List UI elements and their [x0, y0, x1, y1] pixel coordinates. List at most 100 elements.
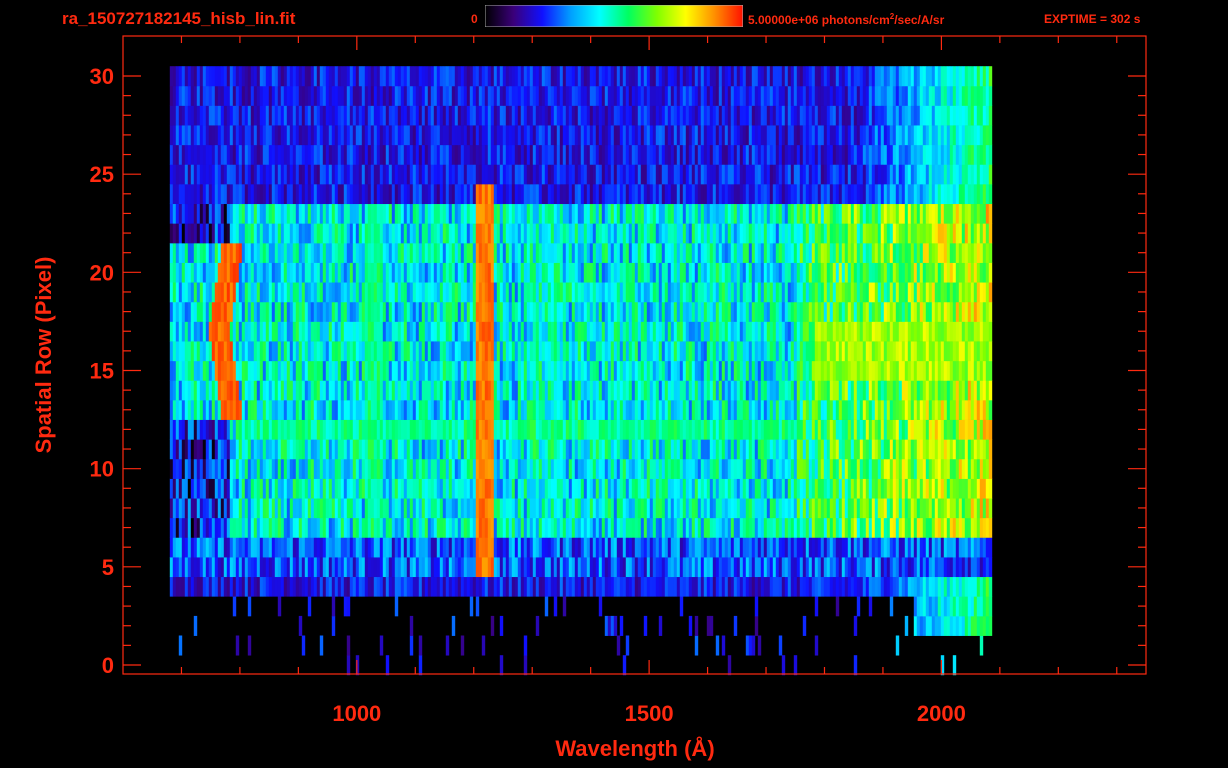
heatmap-cell — [301, 262, 306, 283]
heatmap-cell — [280, 557, 285, 578]
heatmap-cell — [811, 301, 816, 322]
heatmap-cell — [259, 419, 264, 440]
heatmap-cell — [757, 576, 762, 597]
heatmap-cell — [538, 498, 543, 519]
heatmap-cell — [607, 380, 612, 401]
heatmap-cell — [178, 635, 183, 656]
heatmap-cell — [352, 419, 357, 440]
heatmap-cell — [631, 537, 636, 558]
heatmap-cell — [388, 537, 393, 558]
heatmap-cell — [544, 399, 549, 420]
heatmap-cell — [655, 419, 660, 440]
heatmap-cell — [631, 399, 636, 420]
heatmap-cell — [640, 380, 645, 401]
heatmap-cell — [550, 419, 555, 440]
heatmap-cell — [730, 399, 735, 420]
heatmap-cell — [517, 262, 522, 283]
heatmap-cell — [478, 517, 483, 538]
heatmap-cell — [316, 557, 321, 578]
heatmap-cell — [724, 282, 729, 303]
heatmap-cell — [352, 557, 357, 578]
heatmap-cell — [706, 262, 711, 283]
heatmap-cell — [832, 498, 837, 519]
heatmap-cell — [460, 498, 465, 519]
heatmap-cell — [826, 478, 831, 499]
heatmap-cell — [262, 458, 267, 479]
heatmap-cell — [937, 439, 942, 460]
heatmap-cell — [238, 262, 243, 283]
heatmap-cell — [427, 439, 432, 460]
heatmap-cell — [718, 380, 723, 401]
heatmap-cell — [412, 576, 417, 597]
heatmap-cell — [211, 380, 216, 401]
heatmap-cell — [859, 341, 864, 362]
heatmap-cell — [415, 262, 420, 283]
heatmap-cell — [889, 439, 894, 460]
heatmap-cell — [553, 557, 558, 578]
heatmap-cell — [376, 242, 381, 263]
heatmap-cell — [715, 262, 720, 283]
heatmap-cell — [952, 498, 957, 519]
heatmap-cell — [256, 321, 261, 342]
heatmap-cell — [784, 537, 789, 558]
heatmap-cell — [361, 576, 366, 597]
heatmap-cell — [235, 301, 240, 322]
heatmap-cell — [646, 399, 651, 420]
heatmap-cell — [580, 399, 585, 420]
heatmap-cell — [772, 576, 777, 597]
heatmap-cell — [331, 341, 336, 362]
heatmap-cell — [790, 439, 795, 460]
heatmap-cell — [583, 576, 588, 597]
heatmap-cell — [322, 557, 327, 578]
heatmap-cell — [247, 439, 252, 460]
heatmap-cell — [286, 380, 291, 401]
heatmap-cell — [580, 517, 585, 538]
heatmap-cell — [454, 458, 459, 479]
heatmap-cell — [262, 399, 267, 420]
heatmap-cell — [373, 360, 378, 381]
heatmap-cell — [751, 478, 756, 499]
heatmap-cell — [478, 242, 483, 263]
heatmap-cell — [625, 557, 630, 578]
heatmap-cell — [244, 419, 249, 440]
heatmap-cell — [436, 458, 441, 479]
heatmap-cell — [712, 242, 717, 263]
heatmap-cell — [619, 399, 624, 420]
heatmap-cell — [208, 439, 213, 460]
heatmap-cell — [907, 439, 912, 460]
heatmap-cell — [583, 419, 588, 440]
heatmap-cell — [790, 380, 795, 401]
heatmap-cell — [370, 360, 375, 381]
heatmap-cell — [430, 321, 435, 342]
heatmap-cell — [307, 576, 312, 597]
heatmap-cell — [706, 517, 711, 538]
heatmap-cell — [367, 282, 372, 303]
heatmap-cell — [601, 301, 606, 322]
heatmap-cell — [430, 399, 435, 420]
heatmap-cell — [574, 557, 579, 578]
heatmap-cell — [262, 557, 267, 578]
heatmap-cell — [223, 458, 228, 479]
heatmap-cell — [364, 557, 369, 578]
heatmap-cell — [712, 380, 717, 401]
heatmap-cell — [247, 576, 252, 597]
heatmap-cell — [214, 537, 219, 558]
heatmap-cell — [784, 399, 789, 420]
heatmap-cell — [976, 419, 981, 440]
heatmap-cell — [733, 380, 738, 401]
heatmap-cell — [910, 301, 915, 322]
heatmap-cell — [970, 537, 975, 558]
heatmap-cell — [616, 341, 621, 362]
heatmap-cell — [706, 282, 711, 303]
heatmap-cell — [472, 262, 477, 283]
heatmap-cell — [433, 557, 438, 578]
heatmap-cell — [865, 419, 870, 440]
heatmap-cell — [895, 419, 900, 440]
heatmap-cell — [607, 341, 612, 362]
heatmap-cell — [796, 498, 801, 519]
heatmap-cell — [676, 321, 681, 342]
heatmap-cell — [499, 458, 504, 479]
heatmap-cell — [454, 301, 459, 322]
heatmap-cell — [898, 537, 903, 558]
heatmap-cell — [973, 341, 978, 362]
